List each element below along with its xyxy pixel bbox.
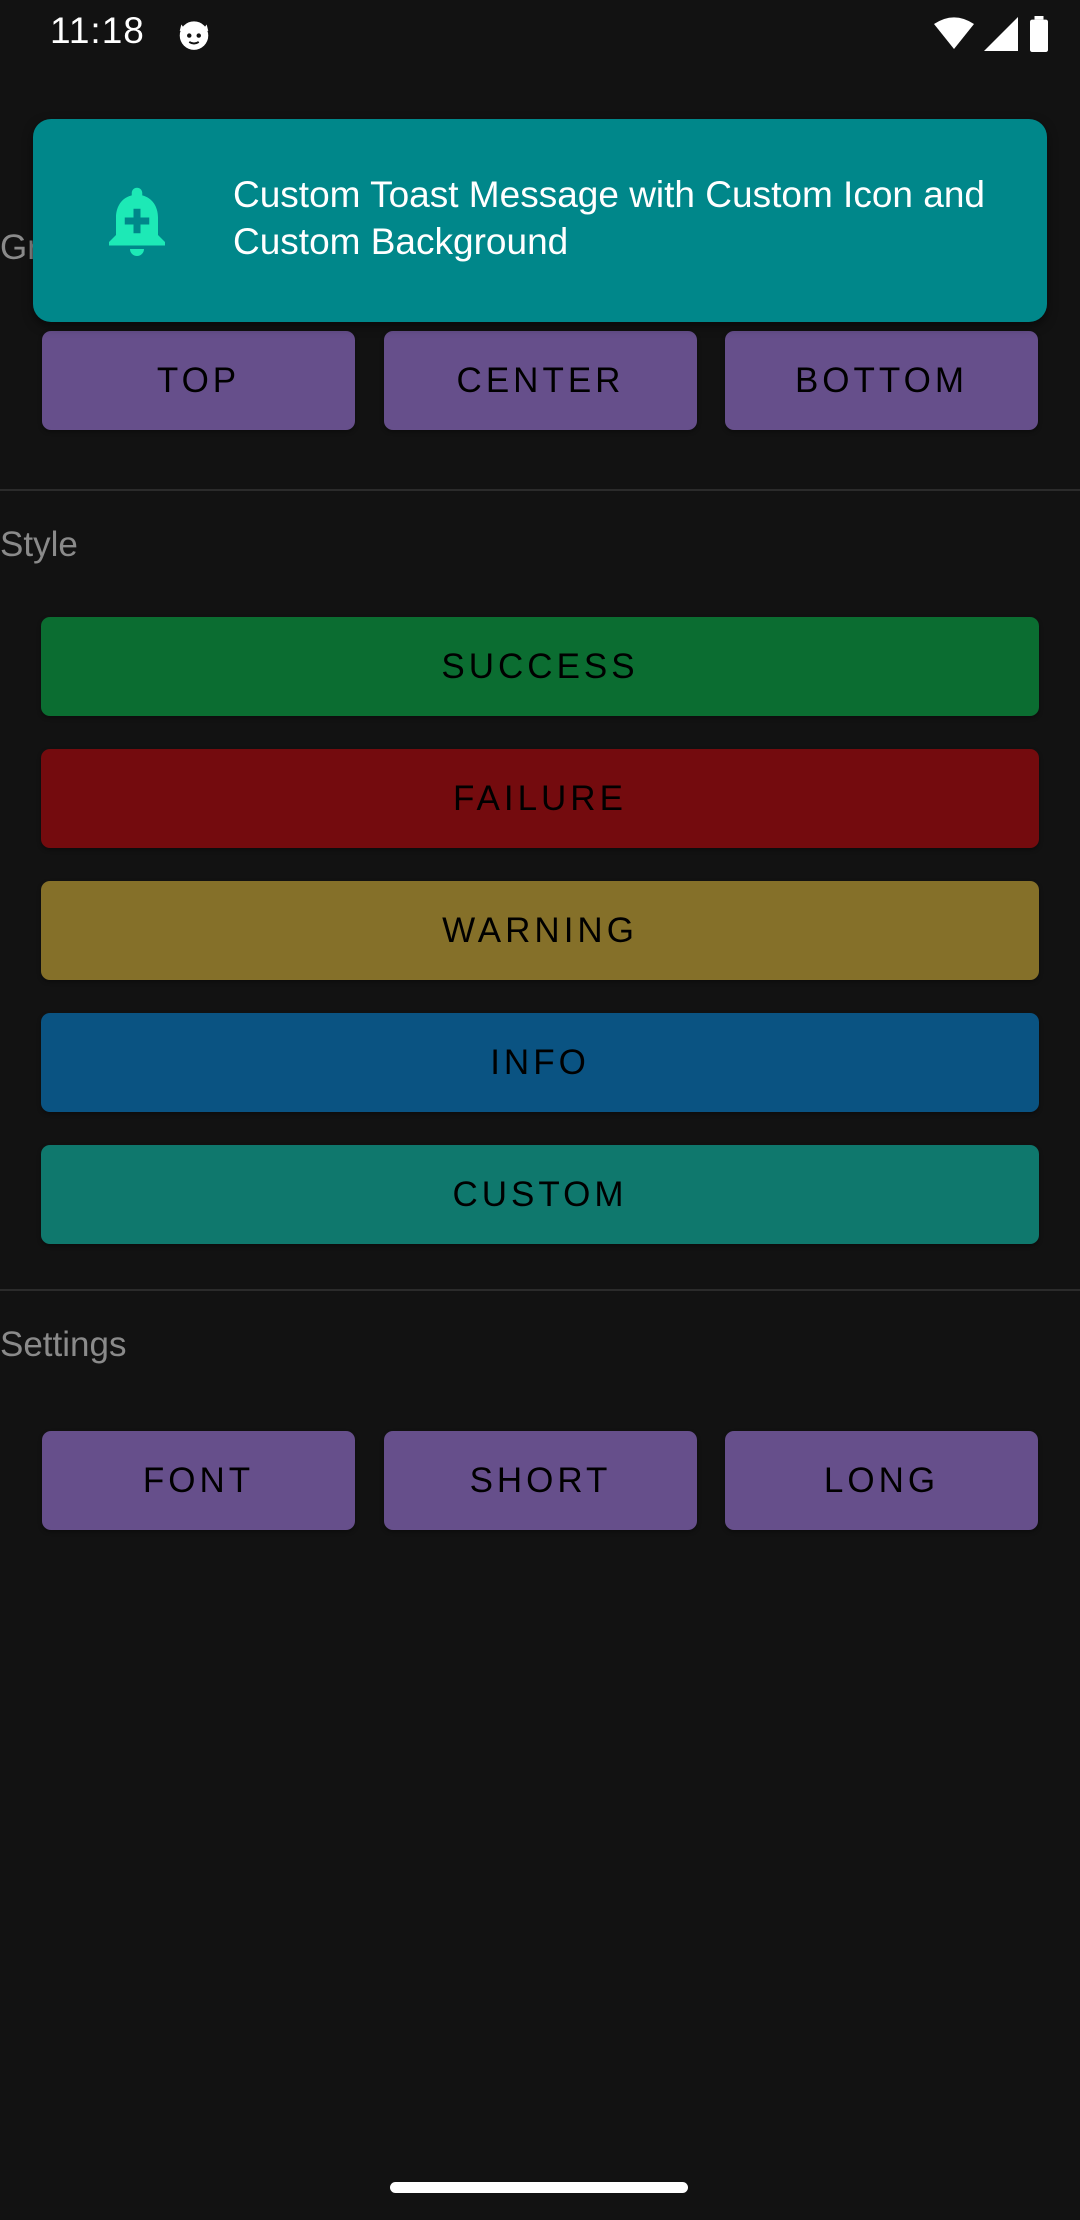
section-divider: [0, 1289, 1080, 1291]
home-indicator[interactable]: [390, 2182, 688, 2193]
bell-plus-icon: [109, 187, 165, 256]
long-button[interactable]: LONG: [725, 1431, 1038, 1530]
toast-message: Custom Toast Message with Custom Icon an…: [233, 174, 985, 262]
style-section-label: Style: [0, 525, 78, 564]
failure-button[interactable]: FAILURE: [41, 749, 1039, 848]
bottom-button[interactable]: BOTTOM: [725, 331, 1038, 430]
top-button[interactable]: TOP: [42, 331, 355, 430]
battery-icon: [1030, 16, 1048, 52]
cat-face-icon: [179, 21, 209, 50]
cell-signal-icon: [984, 17, 1018, 51]
wifi-icon: [934, 17, 974, 49]
status-time: 11:18: [50, 10, 145, 51]
success-button[interactable]: SUCCESS: [41, 617, 1039, 716]
status-icons: [934, 14, 1050, 54]
section-divider: [0, 489, 1080, 491]
settings-section-label: Settings: [0, 1325, 127, 1364]
center-button[interactable]: CENTER: [384, 331, 697, 430]
status-bar: 11:18: [0, 0, 1080, 66]
screen: 11:18 Gr TOP CENTER BOTTOM Style SUCCESS…: [0, 0, 1080, 2220]
warning-button[interactable]: WARNING: [41, 881, 1039, 980]
info-button[interactable]: INFO: [41, 1013, 1039, 1112]
short-button[interactable]: SHORT: [384, 1431, 697, 1530]
custom-button[interactable]: CUSTOM: [41, 1145, 1039, 1244]
font-button[interactable]: FONT: [42, 1431, 355, 1530]
custom-toast: Custom Toast Message with Custom Icon an…: [33, 119, 1047, 322]
